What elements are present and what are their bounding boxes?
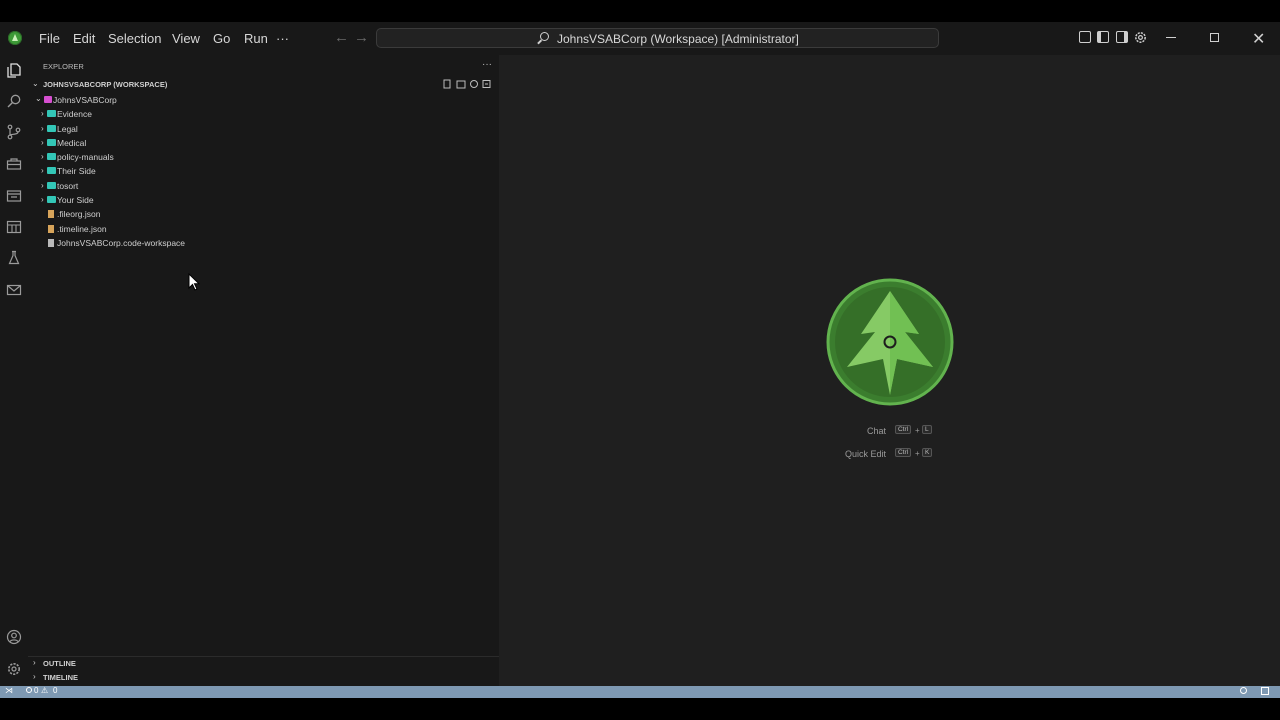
menu-view[interactable]: View bbox=[172, 31, 200, 46]
json-file-icon bbox=[48, 225, 54, 233]
folder-icon bbox=[47, 125, 56, 132]
menu-run[interactable]: Run bbox=[244, 31, 268, 46]
refresh-icon[interactable] bbox=[470, 80, 478, 88]
chevron-right-icon[interactable]: › bbox=[33, 658, 36, 667]
folder-icon bbox=[47, 153, 56, 160]
chevron-right-icon[interactable]: › bbox=[41, 166, 44, 175]
chevron-down-icon[interactable]: ⌄ bbox=[32, 79, 39, 88]
explorer-icon[interactable] bbox=[6, 62, 22, 78]
chevron-right-icon[interactable]: › bbox=[41, 109, 44, 118]
folder-icon bbox=[47, 110, 56, 117]
explorer-actions[interactable] bbox=[443, 79, 495, 89]
folder-icon bbox=[47, 139, 56, 146]
shortcut-key: Ctrl bbox=[895, 425, 912, 434]
mouse-cursor-icon bbox=[188, 273, 200, 291]
menu-file[interactable]: File bbox=[39, 31, 60, 46]
tree-item-label[interactable]: Legal bbox=[57, 124, 78, 134]
chevron-right-icon[interactable]: › bbox=[41, 152, 44, 161]
tree-item-label[interactable]: policy-manuals bbox=[57, 152, 114, 162]
chevron-right-icon[interactable]: › bbox=[41, 124, 44, 133]
menu-edit[interactable]: Edit bbox=[73, 31, 95, 46]
remote-indicator-icon[interactable]: ⋊ bbox=[5, 686, 13, 695]
app-logo-icon bbox=[8, 31, 22, 45]
status-bar bbox=[0, 686, 1280, 698]
menu-selection[interactable]: Selection bbox=[108, 31, 161, 46]
folder-icon bbox=[47, 167, 56, 174]
toggle-primary-sidebar-icon[interactable] bbox=[1097, 31, 1109, 43]
shortcut-key: Ctrl bbox=[895, 448, 912, 457]
folder-icon bbox=[47, 196, 56, 203]
chevron-right-icon[interactable]: › bbox=[41, 181, 44, 190]
command-center-text: JohnsVSABCorp (Workspace) [Administrator… bbox=[557, 32, 799, 46]
root-folder-icon bbox=[44, 96, 52, 103]
tree-item-label[interactable]: Their Side bbox=[57, 166, 96, 176]
source-control-icon[interactable] bbox=[6, 124, 22, 140]
tree-item-label[interactable]: JohnsVSABCorp.code-workspace bbox=[57, 238, 185, 248]
testing-flask-icon[interactable] bbox=[6, 250, 22, 266]
top-band bbox=[0, 0, 1280, 22]
json-file-icon bbox=[48, 210, 54, 218]
tree-item-label[interactable]: Medical bbox=[57, 138, 86, 148]
customize-layout-icon[interactable] bbox=[1079, 31, 1091, 43]
timeline-header[interactable]: TIMELINE bbox=[43, 673, 78, 682]
search-icon bbox=[540, 32, 549, 41]
notifications-bell-icon[interactable] bbox=[1261, 687, 1269, 695]
workspace-header[interactable]: JOHNSVSABCORP (WORKSPACE) bbox=[43, 80, 167, 89]
new-file-icon[interactable] bbox=[443, 79, 451, 89]
tree-item-label[interactable]: .timeline.json bbox=[57, 224, 107, 234]
minimize-button[interactable] bbox=[1166, 37, 1176, 38]
chevron-down-icon[interactable]: ⌄ bbox=[35, 94, 42, 103]
tree-item-label[interactable]: Evidence bbox=[57, 109, 92, 119]
workspace-file-icon bbox=[48, 239, 54, 247]
warning-count[interactable]: 0 bbox=[53, 686, 57, 695]
tree-item-label[interactable]: tosort bbox=[57, 181, 78, 191]
remote-explorer-icon[interactable] bbox=[6, 188, 22, 204]
menu-more[interactable]: ··· bbox=[276, 31, 289, 46]
arrow-left-icon[interactable]: ← bbox=[334, 29, 349, 46]
explorer-more-button[interactable]: ··· bbox=[482, 59, 492, 70]
error-icon[interactable] bbox=[26, 687, 32, 693]
chevron-right-icon[interactable]: › bbox=[41, 138, 44, 147]
warning-icon[interactable]: ⚠ bbox=[41, 686, 48, 695]
chevron-right-icon[interactable]: › bbox=[41, 195, 44, 204]
chevron-right-icon[interactable]: › bbox=[33, 672, 36, 681]
bottom-band bbox=[0, 698, 1280, 720]
mail-icon[interactable] bbox=[6, 282, 22, 298]
panel-divider bbox=[28, 656, 499, 657]
extensions-icon[interactable] bbox=[6, 156, 22, 172]
search-icon[interactable] bbox=[6, 93, 22, 109]
calendar-icon[interactable] bbox=[6, 219, 22, 235]
shortcut-plus: + bbox=[915, 426, 920, 435]
shortcut-plus: + bbox=[915, 449, 920, 458]
collapse-all-icon[interactable] bbox=[482, 80, 491, 88]
arrow-right-icon[interactable]: → bbox=[354, 29, 369, 46]
restore-button[interactable] bbox=[1210, 33, 1219, 42]
shortcut-key: L bbox=[922, 425, 932, 434]
toggle-secondary-sidebar-icon[interactable] bbox=[1116, 31, 1128, 43]
shortcut-key: K bbox=[922, 448, 933, 457]
tree-item-label[interactable]: .fileorg.json bbox=[57, 209, 100, 219]
activity-bar bbox=[0, 55, 28, 686]
app-watermark-logo bbox=[826, 278, 954, 406]
tree-item-label[interactable]: Your Side bbox=[57, 195, 94, 205]
menu-go[interactable]: Go bbox=[213, 31, 230, 46]
root-folder-label[interactable]: JohnsVSABCorp bbox=[53, 95, 117, 105]
explorer-title: EXPLORER bbox=[43, 62, 84, 71]
manage-gear-icon[interactable] bbox=[6, 661, 22, 677]
explorer-sidebar bbox=[28, 55, 499, 686]
chat-shortcut-label: Chat bbox=[867, 426, 887, 436]
new-folder-icon[interactable] bbox=[456, 80, 466, 89]
account-icon[interactable] bbox=[6, 629, 22, 645]
error-count[interactable]: 0 bbox=[34, 686, 38, 695]
zoom-icon[interactable] bbox=[1240, 687, 1247, 694]
outline-header[interactable]: OUTLINE bbox=[43, 659, 76, 668]
quick-edit-shortcut-label: Quick Edit bbox=[845, 449, 887, 459]
gear-icon[interactable] bbox=[1133, 30, 1148, 45]
folder-icon bbox=[47, 182, 56, 189]
close-button[interactable]: ✕ bbox=[1252, 29, 1265, 49]
